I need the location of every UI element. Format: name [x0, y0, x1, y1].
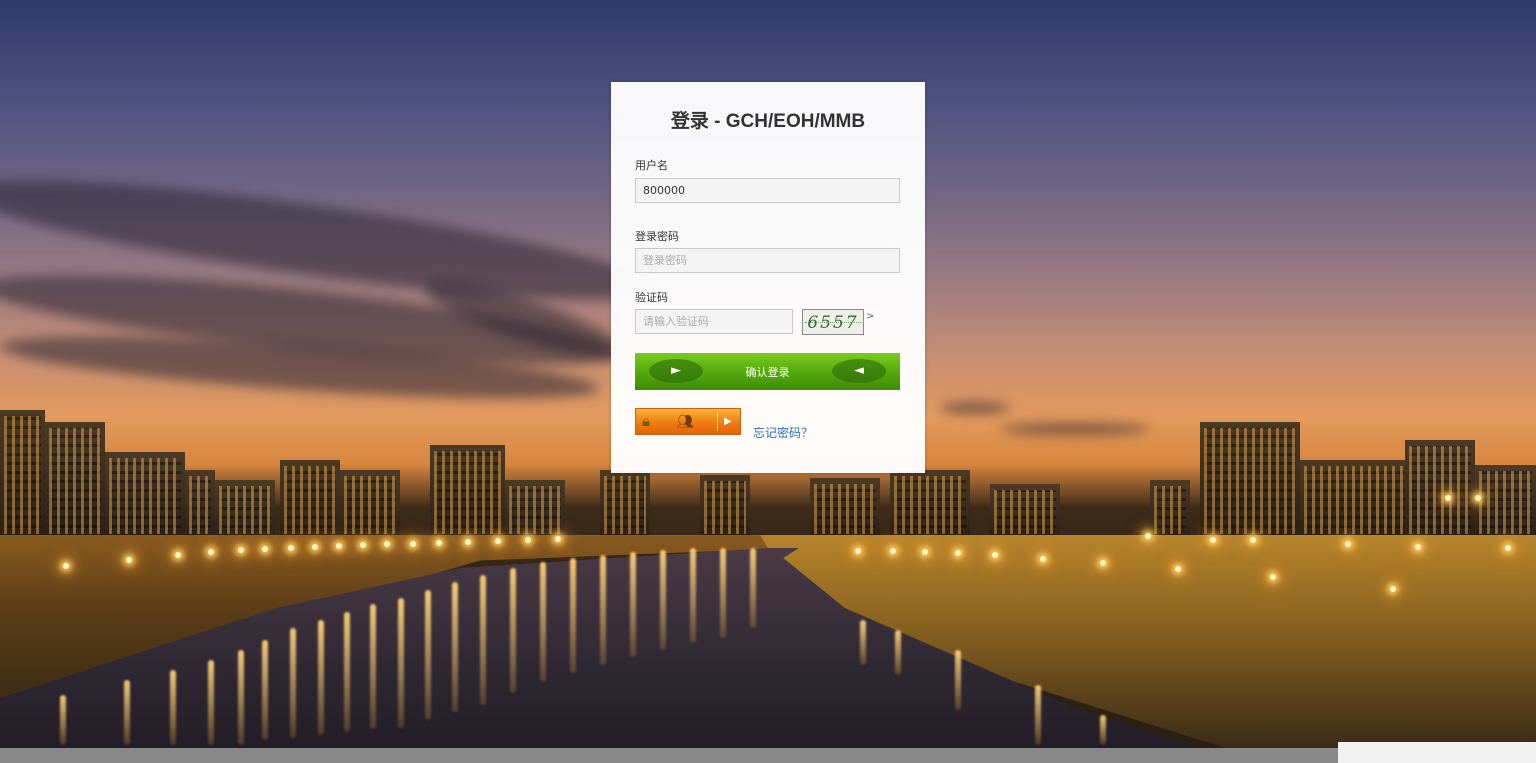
bottom-strip — [0, 742, 1536, 763]
login-card: 登录 - GCH/EOH/MMB 用户名 登录密码 验证码 6557 > ► 确… — [611, 82, 925, 473]
captcha-image[interactable]: 6557 — [802, 309, 864, 335]
forgot-password-link[interactable]: 忘记密码？ — [753, 424, 813, 441]
login-title: 登录 - GCH/EOH/MMB — [670, 111, 866, 132]
security-badge-button[interactable]: 🔒︎ 👥︎ ▶ — [635, 408, 741, 435]
password-label: 登录密码 — [635, 230, 679, 243]
password-input[interactable] — [635, 248, 900, 273]
login-submit-button[interactable]: ► 确认登录 ◄ — [635, 353, 900, 390]
captcha-refresh-link[interactable]: > — [866, 311, 874, 322]
username-label: 用户名 — [635, 159, 668, 172]
captcha-input[interactable] — [635, 309, 793, 334]
login-submit-label: 确认登录 — [745, 365, 790, 379]
arrow-left-icon: ◄ — [832, 359, 886, 383]
captcha-label: 验证码 — [635, 291, 668, 304]
people-icon: 👥︎ — [676, 414, 694, 430]
lock-icon: 🔒︎ — [642, 412, 650, 430]
arrow-right-icon: ► — [649, 359, 703, 383]
username-input[interactable] — [635, 178, 900, 203]
play-icon: ▶ — [724, 416, 732, 427]
